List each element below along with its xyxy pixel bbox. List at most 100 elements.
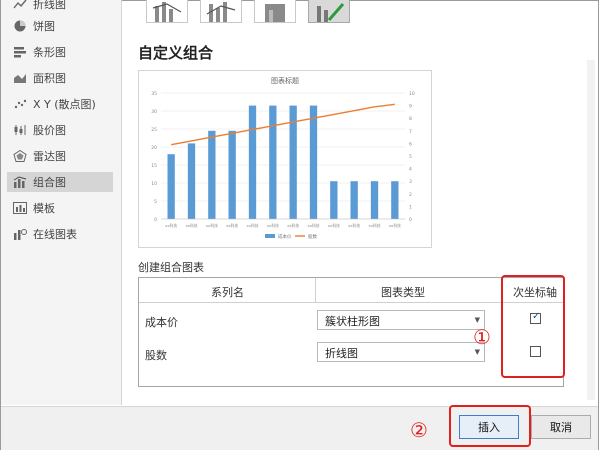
- area-chart-icon: [13, 72, 27, 84]
- chart-type-sidebar: 折线图 饼图 条形图 面积图 X Y (散点图) 股价图 雷达图 组合图 模板 …: [1, 0, 122, 405]
- x-tick-label: xx科技: [287, 223, 299, 228]
- custom-combo-icon: [317, 3, 345, 22]
- y-tick-label: 25: [151, 127, 157, 133]
- col-header-type: 图表类型: [381, 286, 425, 299]
- y2-tick-label: 7: [409, 129, 412, 135]
- y-tick-label: 35: [151, 91, 157, 97]
- line-chart-icon: [13, 0, 27, 10]
- y-tick-label: 5: [154, 199, 157, 205]
- x-tick-label: xx科技: [307, 223, 319, 228]
- header-divider: [139, 302, 563, 303]
- subtype-thumb-3[interactable]: [254, 0, 296, 23]
- sidebar-item-area[interactable]: 面积图: [7, 68, 113, 88]
- sidebar-item-label: 组合图: [33, 176, 66, 189]
- sidebar-item-stock[interactable]: 股价图: [7, 120, 113, 140]
- bar: [167, 154, 175, 219]
- y2-tick-label: 0: [409, 217, 412, 223]
- bar: [187, 143, 196, 219]
- radar-chart-icon: [13, 149, 27, 162]
- select-value: 簇状柱形图: [325, 315, 380, 328]
- chart-type-select-shares[interactable]: 折线图 ▼: [317, 342, 485, 362]
- bar: [248, 105, 257, 219]
- cancel-button[interactable]: 取消: [531, 415, 591, 439]
- y2-tick-label: 10: [409, 91, 415, 97]
- stock-chart-icon: [13, 124, 27, 136]
- bar: [350, 181, 358, 219]
- legend-label: 股数: [308, 233, 317, 240]
- sidebar-item-label: 股价图: [33, 124, 66, 137]
- x-tick-label: xx科技: [185, 223, 197, 228]
- y2-tick-label: 8: [409, 116, 412, 122]
- sidebar-item-template[interactable]: 模板: [7, 198, 113, 218]
- col-header-series: 系列名: [211, 286, 244, 299]
- sidebar-item-label: 面积图: [33, 72, 66, 85]
- sidebar-item-label: X Y (散点图): [33, 98, 96, 111]
- chevron-down-icon: ▼: [474, 316, 480, 324]
- section-label: 创建组合图表: [138, 261, 204, 274]
- combo-subtype-icon: [206, 2, 236, 22]
- x-tick-label: xx科技: [348, 223, 360, 228]
- sidebar-item-label: 饼图: [33, 20, 55, 33]
- sidebar-item-combo[interactable]: 组合图: [7, 172, 113, 192]
- y-tick-label: 15: [151, 163, 157, 169]
- bar: [370, 181, 379, 219]
- select-value: 折线图: [325, 347, 358, 360]
- sidebar-item-label: 条形图: [33, 46, 66, 59]
- bar: [269, 105, 277, 219]
- page-title: 自定义组合: [138, 44, 214, 62]
- chevron-down-icon: ▼: [474, 348, 480, 356]
- combo-chart-svg: 图表标题 0 5 10 15 20 25 30 35 0 1 2 3 4 5 6 7 8 9 10 xx科技 xx科技 xx…: [151, 76, 415, 240]
- chart-type-select-cost[interactable]: 簇状柱形图 ▼: [317, 310, 485, 330]
- bar-chart-icon: [13, 46, 27, 58]
- bar: [391, 181, 399, 219]
- sidebar-item-pie[interactable]: 饼图: [7, 16, 113, 36]
- sidebar-item-line[interactable]: 折线图: [7, 0, 113, 14]
- y-tick-label: 30: [151, 109, 157, 115]
- y2-tick-label: 2: [409, 192, 412, 198]
- bar: [208, 130, 216, 219]
- subtype-thumb-1[interactable]: [146, 0, 188, 23]
- series-name-shares: 股数: [145, 349, 167, 362]
- x-tick-label: xx科技: [389, 223, 401, 228]
- line-series: [171, 103, 395, 146]
- sidebar-item-radar[interactable]: 雷达图: [7, 146, 113, 166]
- x-tick-label: xx科技: [206, 223, 218, 228]
- y2-tick-label: 3: [409, 179, 412, 185]
- x-tick-label: xx科技: [165, 223, 177, 228]
- y2-tick-label: 5: [409, 154, 412, 160]
- pie-chart-icon: [13, 20, 27, 32]
- y2-tick-label: 4: [409, 167, 412, 173]
- bar: [309, 105, 318, 219]
- template-icon: [13, 202, 27, 214]
- annotation-2: ②: [410, 418, 428, 442]
- x-tick-label: xx科技: [368, 223, 380, 228]
- legend-label: 成本价: [278, 233, 292, 240]
- sidebar-item-bar[interactable]: 条形图: [7, 42, 113, 62]
- col-divider: [315, 278, 316, 302]
- x-tick-label: xx科技: [246, 223, 258, 228]
- x-tick-label: xx科技: [226, 223, 238, 228]
- subtype-thumb-2[interactable]: [200, 0, 242, 23]
- combo-subtype-icon: [265, 4, 285, 22]
- highlight-insert-button: [449, 405, 531, 447]
- sidebar-item-label: 雷达图: [33, 150, 66, 163]
- bar: [330, 181, 338, 219]
- x-tick-label: xx科技: [267, 223, 279, 228]
- sidebar-item-label: 折线图: [33, 0, 66, 11]
- y-tick-label: 20: [151, 145, 157, 151]
- sidebar-item-online[interactable]: 在线图表: [7, 224, 113, 244]
- online-chart-icon: [13, 228, 27, 240]
- highlight-secondary-axis: [501, 275, 565, 378]
- combo-chart-icon: [13, 176, 27, 188]
- chart-title: 图表标题: [271, 76, 299, 85]
- sidebar-item-scatter[interactable]: X Y (散点图): [7, 94, 113, 114]
- subtype-thumb-custom[interactable]: [308, 0, 350, 23]
- sidebar-item-label: 在线图表: [33, 228, 77, 241]
- y2-tick-label: 9: [409, 104, 412, 110]
- combo-subtype-icon: [152, 2, 182, 22]
- x-tick-label: xx科技: [328, 223, 340, 228]
- y2-tick-label: 6: [409, 141, 412, 147]
- annotation-1: ①: [473, 325, 491, 349]
- scrollbar[interactable]: [587, 60, 595, 400]
- bar: [228, 130, 236, 219]
